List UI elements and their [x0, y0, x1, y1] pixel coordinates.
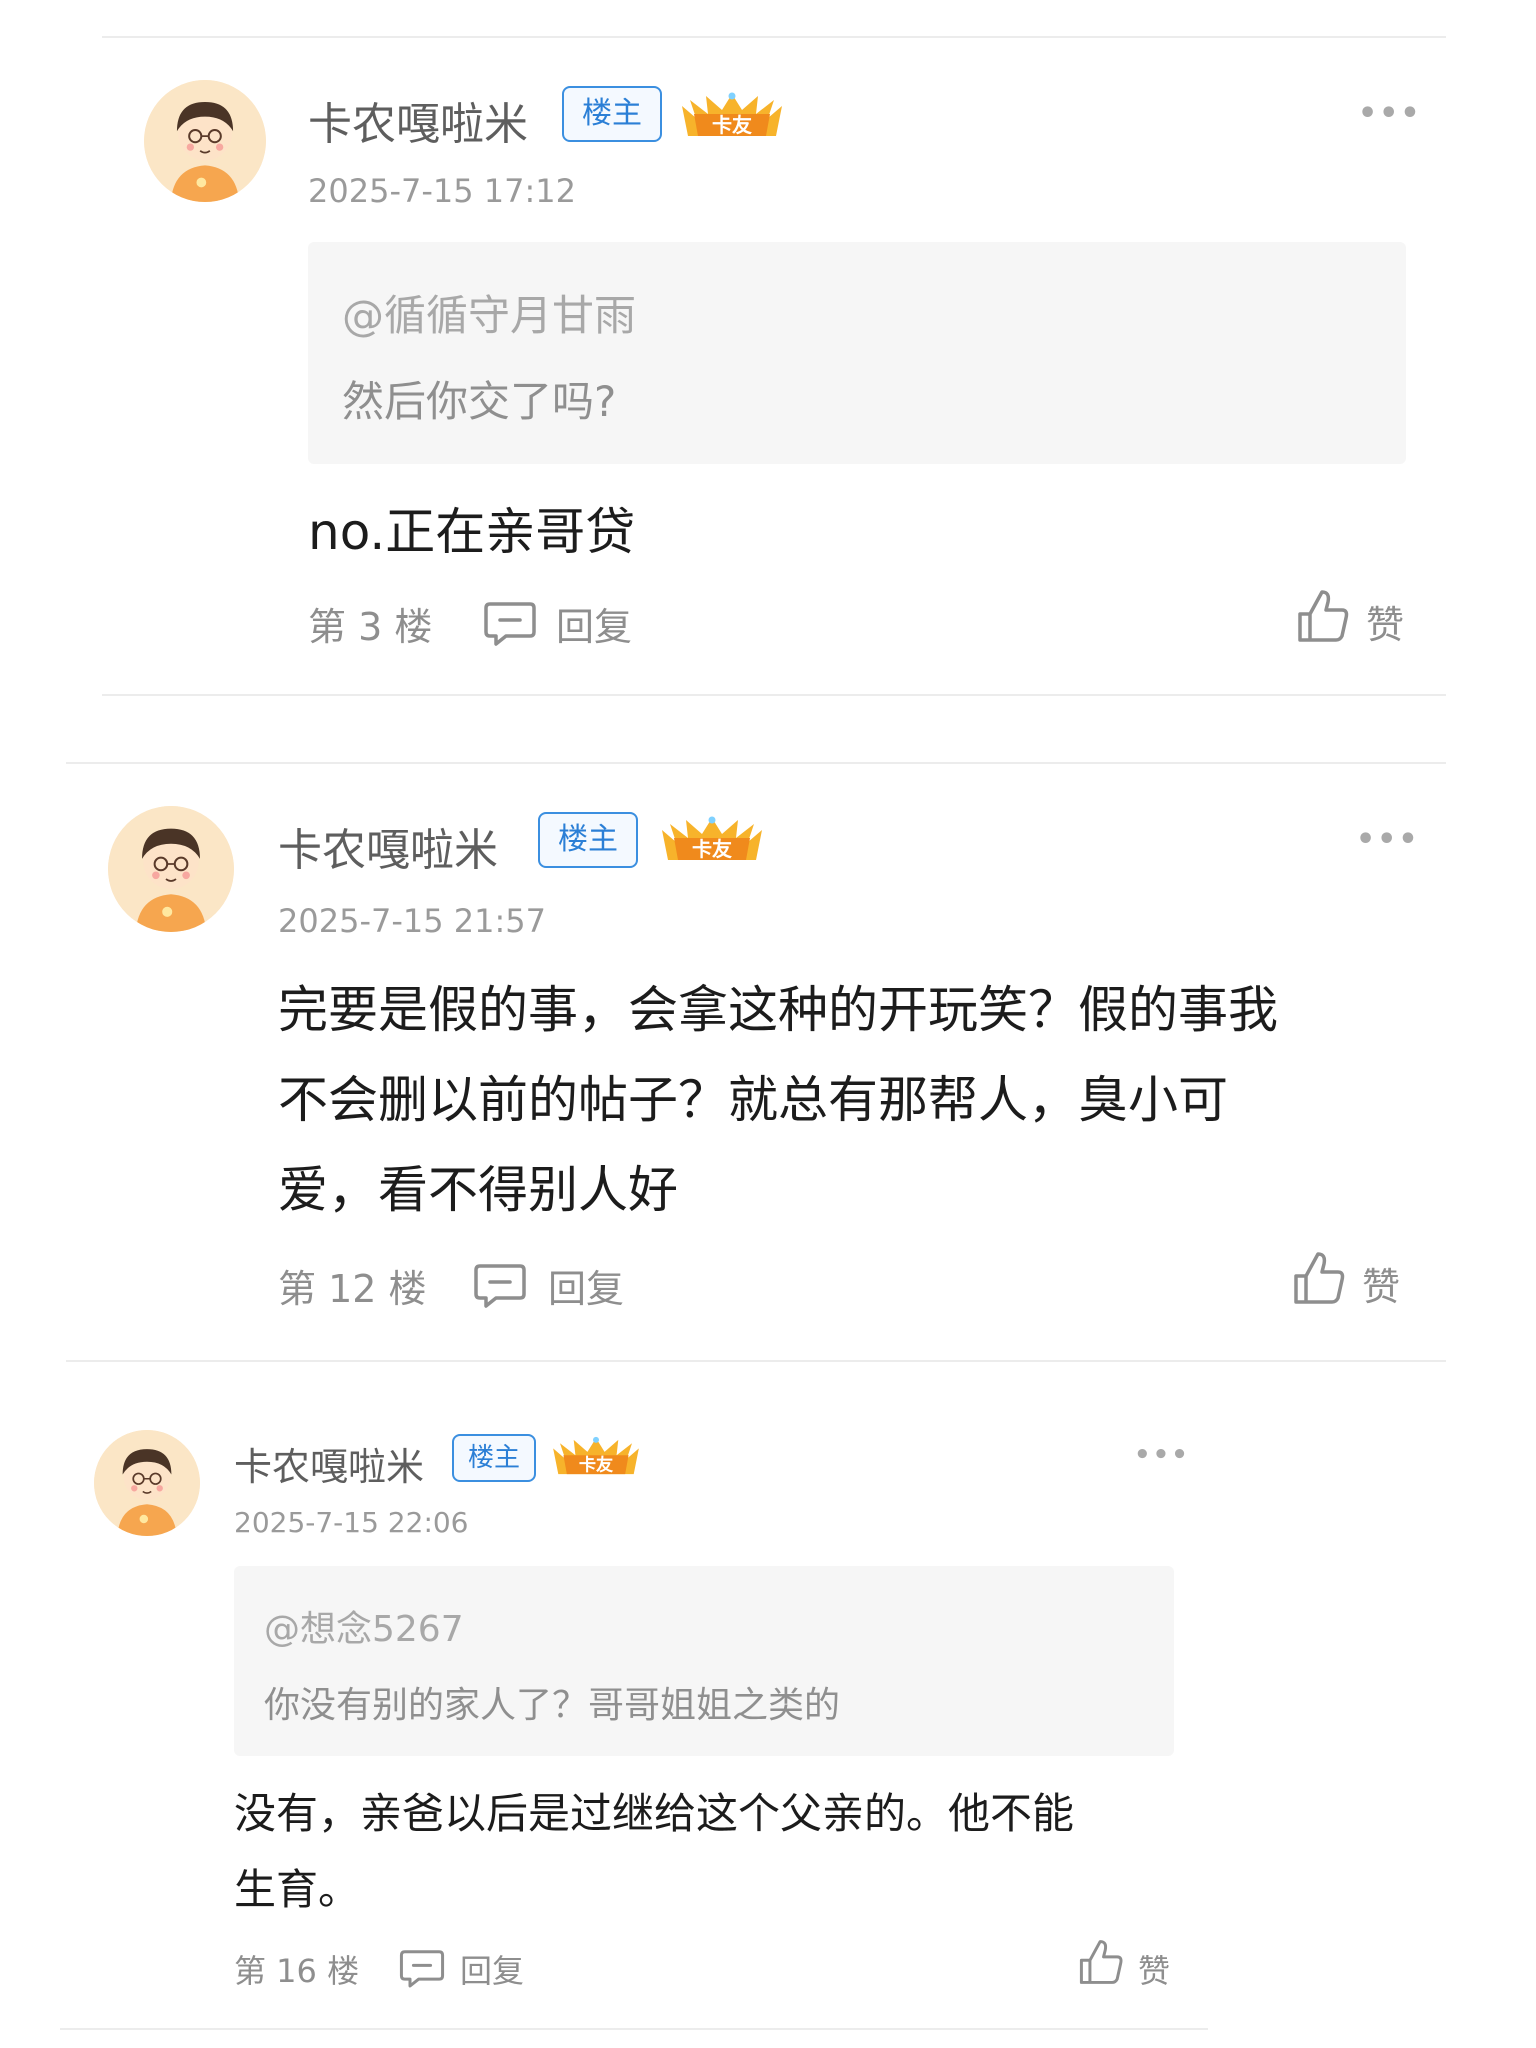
- owner-badge: 楼主: [538, 812, 638, 868]
- post-content-line: 没有，亲爸以后是过继给这个父亲的。他不能: [234, 1789, 1075, 1838]
- avatar[interactable]: [144, 80, 266, 202]
- divider: [66, 762, 1446, 764]
- like-button[interactable]: 赞: [1138, 1946, 1170, 1992]
- divider: [60, 2028, 1208, 2030]
- thumbs-up-icon[interactable]: [1078, 1938, 1124, 1986]
- owner-badge: 楼主: [562, 86, 662, 142]
- quote-block[interactable]: [308, 242, 1406, 464]
- post-content: no.正在亲哥贷: [308, 503, 636, 561]
- more-dots-icon[interactable]: •••: [1358, 96, 1422, 131]
- comment-bubble-icon[interactable]: [398, 1948, 446, 1988]
- more-dots-icon[interactable]: •••: [1356, 822, 1420, 857]
- post-content-line: 不会删以前的帖子？就总有那帮人，臭小可: [278, 1071, 1228, 1129]
- post-content-line: 生育。: [234, 1865, 361, 1914]
- divider: [102, 694, 1446, 696]
- thumbs-up-icon[interactable]: [1292, 1250, 1346, 1306]
- like-button[interactable]: 赞: [1362, 1256, 1400, 1311]
- fan-badge: 卡友: [548, 1434, 644, 1480]
- quote-text: 然后你交了吗?: [342, 377, 617, 426]
- username[interactable]: 卡农嘎啦米: [278, 814, 498, 878]
- thumbs-up-icon[interactable]: [1296, 588, 1350, 644]
- quote-user[interactable]: @循循守月甘雨: [342, 282, 636, 343]
- username[interactable]: 卡农嘎啦米: [308, 88, 528, 152]
- svg-text:卡友: 卡友: [692, 837, 732, 861]
- comment-bubble-icon[interactable]: [482, 600, 538, 646]
- comment-bubble-icon[interactable]: [472, 1262, 528, 1308]
- more-dots-icon[interactable]: •••: [1134, 1440, 1190, 1470]
- fan-badge: 卡友: [676, 90, 788, 142]
- fan-badge: 卡友: [656, 814, 768, 866]
- reply-button[interactable]: 回复: [556, 596, 632, 651]
- post-content-line: 爱，看不得别人好: [278, 1161, 678, 1219]
- timestamp: 2025-7-15 21:57: [278, 902, 546, 940]
- floor-number: 第 12 楼: [278, 1267, 427, 1311]
- svg-text:卡友: 卡友: [712, 113, 752, 137]
- divider: [66, 1360, 1446, 1362]
- reply-button[interactable]: 回复: [460, 1946, 524, 1992]
- divider-top: [102, 36, 1446, 38]
- avatar[interactable]: [94, 1430, 200, 1536]
- floor-number: 第 16 楼: [234, 1952, 360, 1990]
- reply-button[interactable]: 回复: [548, 1258, 624, 1313]
- avatar[interactable]: [108, 806, 234, 932]
- timestamp: 2025-7-15 22:06: [234, 1506, 469, 1539]
- username[interactable]: 卡农嘎啦米: [234, 1436, 424, 1491]
- timestamp: 2025-7-15 17:12: [308, 172, 576, 210]
- quote-user[interactable]: @想念5267: [264, 1600, 464, 1652]
- quote-text: 你没有别的家人了？哥哥姐姐之类的: [264, 1685, 841, 1726]
- like-button[interactable]: 赞: [1366, 594, 1404, 649]
- floor-number: 第 3 楼: [308, 605, 433, 649]
- post-content-line: 完要是假的事，会拿这种的开玩笑？假的事我: [278, 981, 1278, 1039]
- owner-badge: 楼主: [452, 1434, 536, 1482]
- svg-text:卡友: 卡友: [579, 1455, 614, 1476]
